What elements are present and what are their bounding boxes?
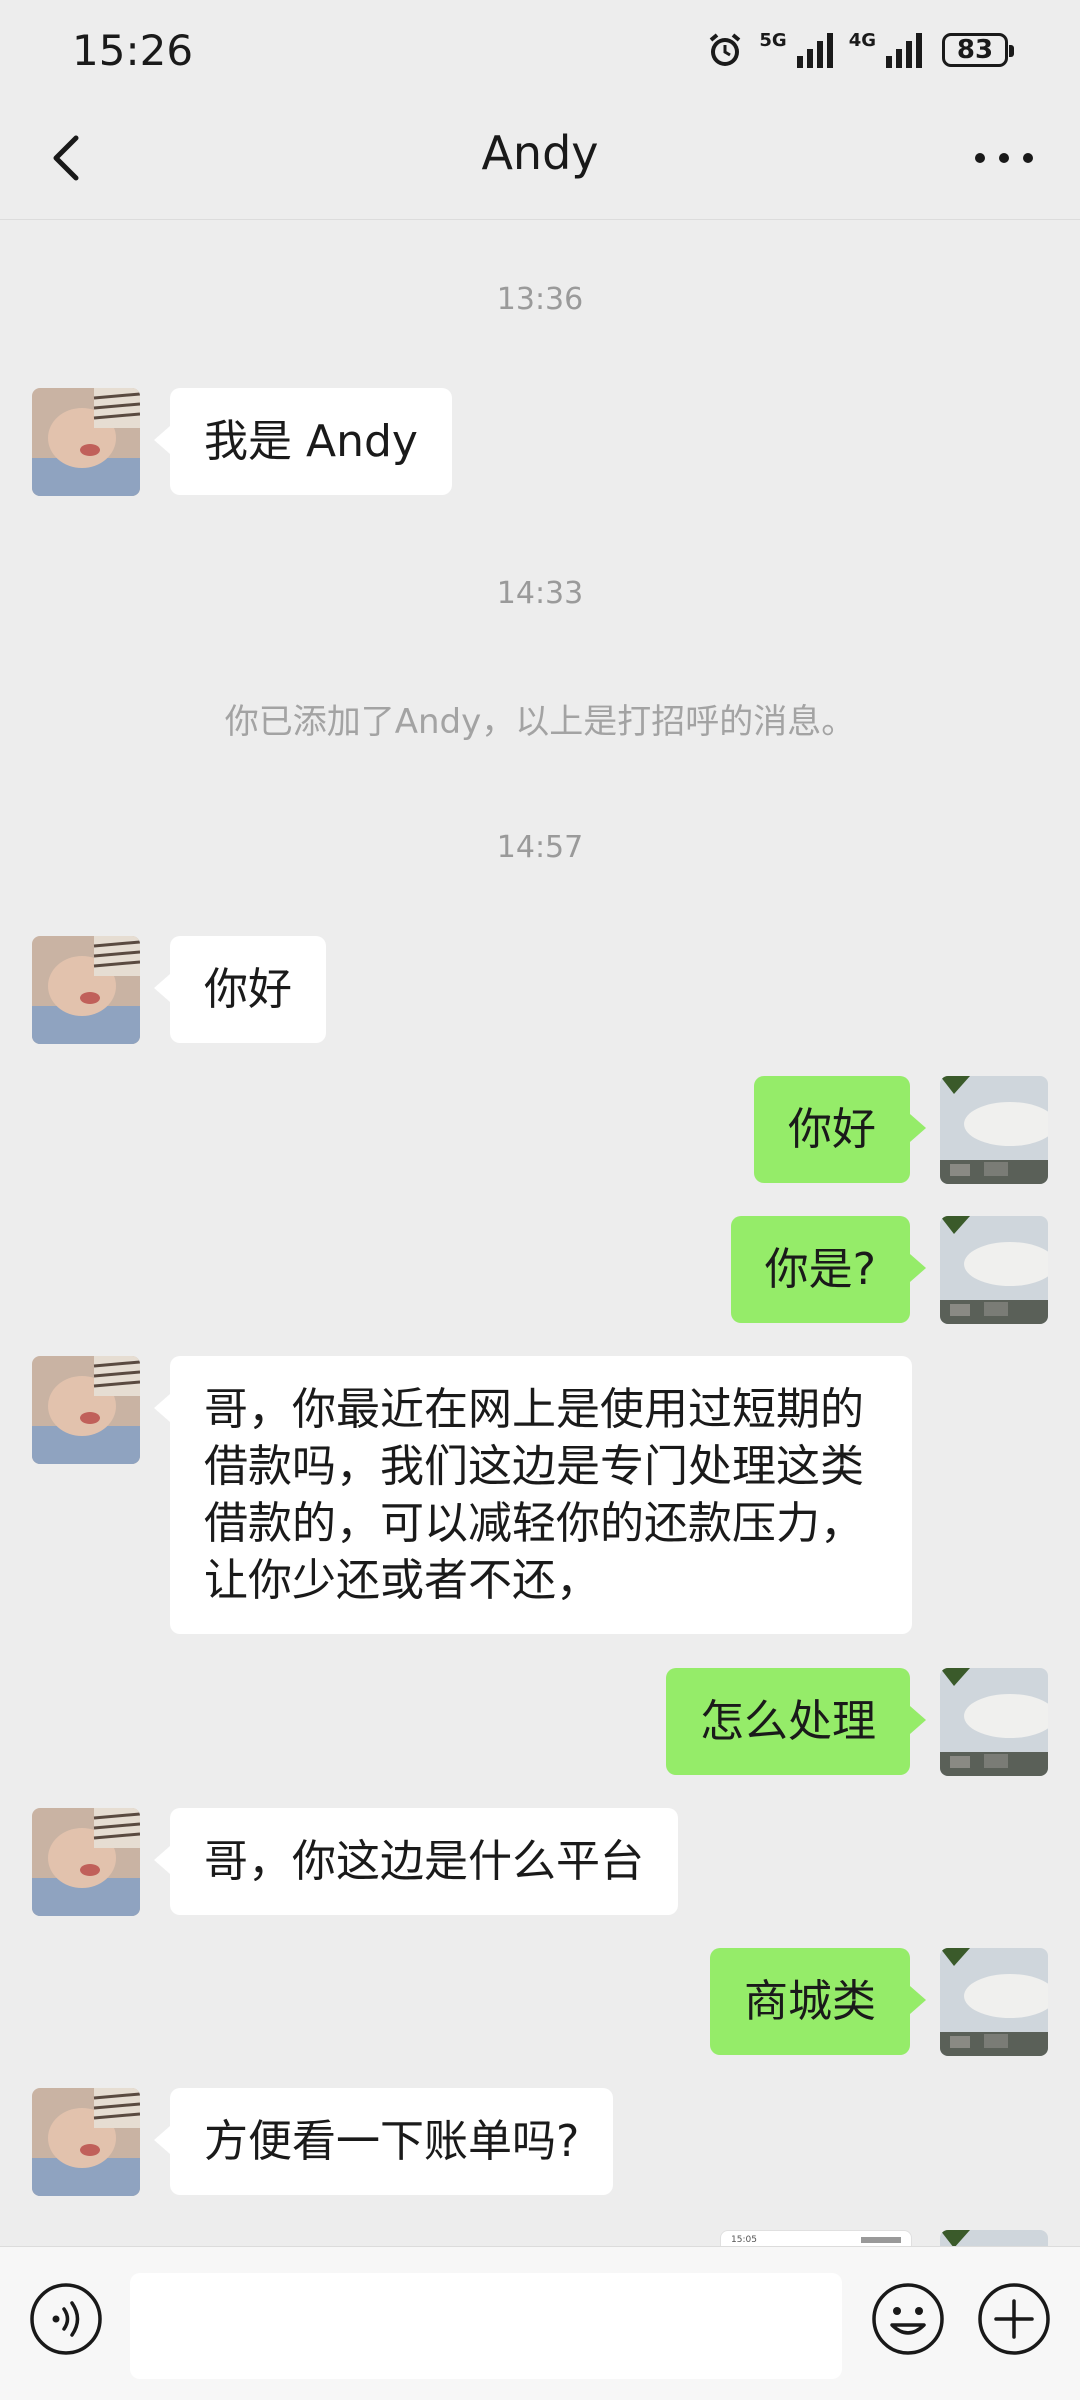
voice-icon[interactable]	[28, 2281, 104, 2357]
contact-avatar[interactable]	[32, 388, 140, 496]
plus-icon[interactable]	[976, 2281, 1052, 2357]
outgoing-message[interactable]: 怎么处理	[666, 1668, 926, 1775]
thumbnail-icons	[861, 2237, 901, 2243]
chat-title: Andy	[481, 126, 599, 180]
alarm-icon	[710, 33, 741, 66]
status-bar: 15:26 5G 4G 83	[0, 0, 1080, 100]
image-caption: 15:05	[731, 2235, 757, 2245]
chat-screen: 15:26 5G 4G 83 Andy 13:36 我是 Andy 14:33 …	[0, 0, 1080, 2400]
nav-bar: Andy	[0, 100, 1080, 220]
contact-avatar[interactable]	[32, 2088, 140, 2196]
my-avatar[interactable]	[940, 2230, 1048, 2246]
my-avatar[interactable]	[940, 1948, 1048, 2056]
emoji-icon[interactable]	[870, 2281, 946, 2357]
battery-icon: 83	[942, 33, 1014, 67]
contact-avatar[interactable]	[32, 1808, 140, 1916]
outgoing-message[interactable]: 你好	[754, 1076, 926, 1183]
outgoing-message[interactable]: 你是?	[730, 1216, 927, 1323]
incoming-message[interactable]: 你好	[154, 936, 326, 1043]
contact-avatar[interactable]	[32, 936, 140, 1044]
image-message-thumbnail[interactable]: 15:05	[720, 2230, 912, 2246]
incoming-message[interactable]: 哥，你这边是什么平台	[154, 1808, 678, 1915]
incoming-message[interactable]: 我是 Andy	[154, 388, 452, 495]
message-list[interactable]: 13:36 我是 Andy 14:33 你已添加了Andy，以上是打招呼的消息。…	[0, 220, 1080, 2246]
contact-avatar[interactable]	[32, 1356, 140, 1464]
timestamp: 14:33	[496, 576, 584, 611]
network-5g-label: 5G	[759, 30, 787, 51]
incoming-message[interactable]: 方便看一下账单吗?	[153, 2088, 614, 2195]
timestamp: 13:36	[496, 282, 584, 317]
status-time: 15:26	[72, 25, 194, 75]
system-notice: 你已添加了Andy，以上是打招呼的消息。	[224, 702, 856, 742]
more-dots-icon[interactable]	[964, 126, 1044, 190]
my-avatar[interactable]	[940, 1668, 1048, 1776]
signal-icon	[886, 33, 922, 68]
input-bar	[0, 2246, 1080, 2400]
my-avatar[interactable]	[940, 1216, 1048, 1324]
outgoing-message[interactable]: 商城类	[710, 1948, 926, 2055]
network-4g-label: 4G	[848, 30, 876, 51]
signal-icon	[796, 33, 833, 68]
incoming-message[interactable]: 哥，你最近在网上是使用过短期的 借款吗，我们这边是专门处理这类 借款的，可以减轻…	[154, 1356, 912, 1634]
timestamp: 14:57	[496, 830, 584, 865]
message-input[interactable]	[130, 2273, 842, 2379]
status-icons: 5G 4G 83	[705, 30, 1014, 70]
my-avatar[interactable]	[940, 1076, 1048, 1184]
